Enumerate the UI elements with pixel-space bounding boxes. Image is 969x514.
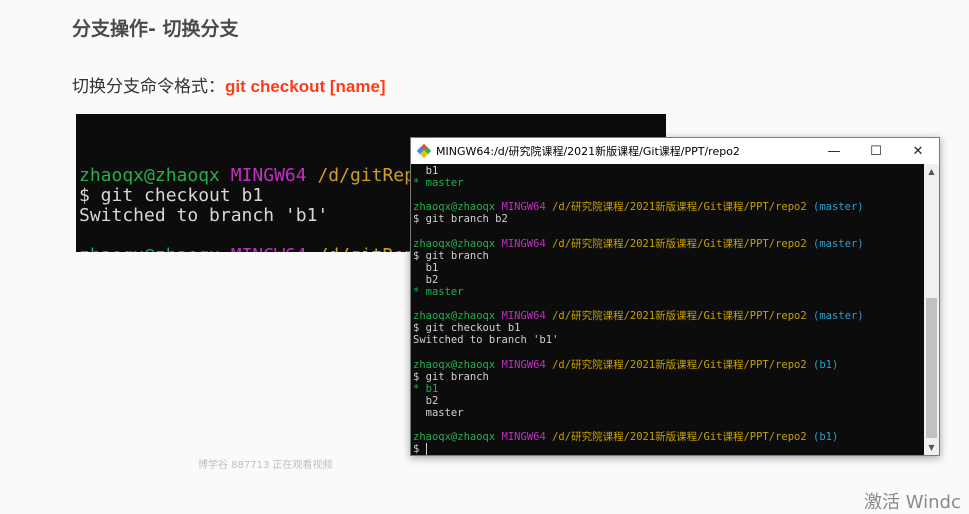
prompt-host: MINGW64 [501, 431, 546, 444]
prompt-user: zhaoqx@zhaoqx [413, 237, 496, 250]
prompt-host: MINGW64 [231, 245, 307, 253]
prompt-host: MINGW64 [501, 310, 546, 323]
terminal-text: * b1 [413, 382, 439, 395]
subtitle: 切换分支命令格式：git checkout [name] [72, 72, 386, 97]
terminal-text: * master [413, 177, 464, 190]
prompt-user: zhaoqx@zhaoqx [413, 310, 496, 323]
scroll-down-arrow-icon[interactable]: ▼ [924, 440, 939, 455]
terminal-text: $ git checkout b1 [79, 185, 264, 206]
prompt-host: MINGW64 [501, 201, 546, 214]
subtitle-prefix: 切换分支命令格式： [72, 77, 225, 97]
prompt-user: zhaoqx@zhaoqx [79, 245, 220, 253]
maximize-button[interactable]: ☐ [855, 138, 897, 164]
window-title: MINGW64:/d/研究院课程/2021新版课程/Git课程/PPT/repo… [436, 145, 740, 158]
prompt-path: /d/gitRep [317, 245, 415, 253]
terminal-line: b1 [413, 262, 864, 274]
mingw64-window[interactable]: MINGW64:/d/研究院课程/2021新版课程/Git课程/PPT/repo… [410, 137, 940, 456]
terminal-line: zhaoqx@zhaoqx MINGW64 /d/研究院课程/2021新版课程/… [413, 359, 864, 371]
prompt-path: /d/研究院课程/2021新版课程/Git课程/PPT/repo2 [552, 310, 807, 323]
terminal-text: Switched to branch 'b1' [413, 334, 559, 347]
prompt-user: zhaoqx@zhaoqx [413, 358, 496, 371]
terminal-line: * b1 [413, 383, 864, 395]
terminal-text: $ [413, 443, 426, 456]
terminal-line: master [413, 407, 864, 419]
window-titlebar[interactable]: MINGW64:/d/研究院课程/2021新版课程/Git课程/PPT/repo… [411, 138, 939, 164]
terminal-line: zhaoqx@zhaoqx MINGW64 /d/研究院课程/2021新版课程/… [413, 431, 864, 443]
git-bash-icon [416, 143, 432, 159]
terminal-line: zhaoqx@zhaoqx MINGW64 /d/研究院课程/2021新版课程/… [413, 310, 864, 322]
prompt-branch: (master) [813, 237, 864, 250]
prompt-path: /d/研究院课程/2021新版课程/Git课程/PPT/repo2 [552, 358, 807, 371]
terminal-text: $ git branch [413, 249, 489, 262]
terminal-area[interactable]: b1 * master zhaoqx@zhaoqx MINGW64 /d/研究院课… [411, 164, 939, 456]
terminal-text: $ git checkout b1 [413, 322, 521, 335]
terminal-line: * master [413, 177, 864, 189]
terminal-line: b2 [413, 274, 864, 286]
vertical-scrollbar[interactable]: ▲ ▼ [924, 164, 939, 455]
terminal-line: Switched to branch 'b1' [413, 334, 864, 346]
terminal-text: master [413, 406, 464, 419]
terminal-text: $ git branch b2 [413, 213, 508, 226]
scrollbar-thumb[interactable] [926, 298, 937, 438]
prompt-path: /d/研究院课程/2021新版课程/Git课程/PPT/repo2 [552, 237, 807, 250]
close-button[interactable]: ✕ [897, 138, 939, 164]
terminal-line: * master [413, 286, 864, 298]
prompt-host: MINGW64 [501, 358, 546, 371]
prompt-host: MINGW64 [501, 237, 546, 250]
prompt-user: zhaoqx@zhaoqx [413, 431, 496, 444]
terminal-line: b1 [413, 165, 864, 177]
prompt-branch: (b1) [813, 431, 839, 444]
terminal-line: zhaoqx@zhaoqx MINGW64 /d/研究院课程/2021新版课程/… [413, 238, 864, 250]
minimize-button[interactable]: — [813, 138, 855, 164]
text-cursor [425, 443, 427, 456]
scroll-up-arrow-icon[interactable]: ▲ [924, 164, 939, 179]
terminal-output: b1 * master zhaoqx@zhaoqx MINGW64 /d/研究院课… [413, 165, 864, 456]
terminal-line: $ [413, 443, 864, 456]
slide-title: 分支操作- 切换分支 [72, 18, 239, 40]
terminal-line: $ git branch b2 [413, 213, 864, 225]
terminal-text: $ git branch [413, 370, 489, 383]
prompt-path: /d/研究院课程/2021新版课程/Git课程/PPT/repo2 [552, 431, 807, 444]
activate-windows-watermark: 激活 Windc [864, 492, 961, 513]
terminal-text: * master [413, 285, 464, 298]
terminal-line: zhaoqx@zhaoqx MINGW64 /d/研究院课程/2021新版课程/… [413, 201, 864, 213]
prompt-branch: (master) [813, 201, 864, 214]
terminal-line: $ git checkout b1 [413, 322, 864, 334]
prompt-user: zhaoqx@zhaoqx [413, 201, 496, 214]
subtitle-command: git checkout [name] [225, 77, 386, 96]
terminal-line: $ git branch [413, 250, 864, 262]
terminal-text: b1 [413, 165, 439, 177]
terminal-text: b2 [413, 273, 439, 286]
terminal-text: b2 [413, 394, 439, 407]
prompt-path: /d/研究院课程/2021新版课程/Git课程/PPT/repo2 [552, 201, 807, 214]
prompt-user: zhaoqx@zhaoqx [79, 165, 220, 186]
terminal-text: Switched to branch 'b1' [79, 205, 329, 226]
video-watermark: 博学谷 887713 正在观看视频 [198, 460, 333, 471]
terminal-text: b1 [413, 261, 439, 274]
prompt-branch: (master) [813, 310, 864, 323]
prompt-host: MINGW64 [230, 165, 307, 186]
terminal-line: b2 [413, 395, 864, 407]
terminal-line: $ git branch [413, 371, 864, 383]
prompt-branch: (b1) [813, 358, 839, 371]
